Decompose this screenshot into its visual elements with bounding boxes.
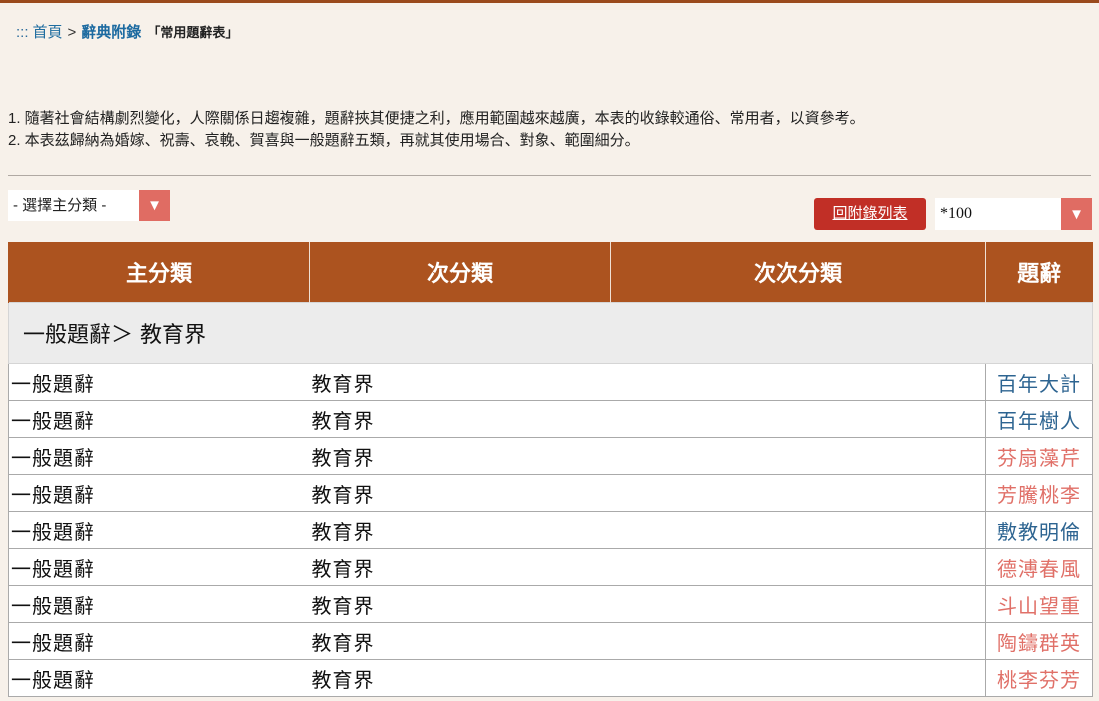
breadcrumb-separator: > [67, 24, 77, 41]
table-row: 一般題辭 教育界 芬扇藻芹 [8, 437, 1093, 475]
main-category-cell: 一般題辭 [8, 363, 310, 401]
breadcrumb-appendix-link[interactable]: 辭典附錄 [81, 21, 141, 42]
sub-category-cell: 教育界 [309, 622, 611, 660]
subsub-category-cell [610, 400, 986, 438]
section-divider [8, 175, 1091, 176]
sub-category-cell: 教育界 [309, 585, 611, 623]
table-row: 一般題辭 教育界 敷教明倫 [8, 511, 1093, 549]
main-category-cell: 一般題辭 [8, 585, 310, 623]
main-category-cell: 一般題辭 [8, 400, 310, 438]
tici-link[interactable]: 德溥春風 [997, 557, 1081, 581]
table-row: 一般題辭 教育界 百年大計 [8, 363, 1093, 401]
breadcrumb-current-page: 「常用題辭表」 [147, 26, 239, 41]
top-accent-bar [0, 0, 1099, 3]
page-size-select[interactable]: *100 ▼ [935, 198, 1092, 230]
table-row: 一般題辭 教育界 芳騰桃李 [8, 474, 1093, 512]
sub-category-cell: 教育界 [309, 548, 611, 586]
tici-cell: 德溥春風 [985, 548, 1093, 586]
back-to-appendix-list-button[interactable]: 回附錄列表 [814, 198, 926, 230]
main-category-cell: 一般題辭 [8, 437, 310, 475]
sub-category-cell: 教育界 [309, 437, 611, 475]
note-1: 1. 隨著社會結構劇烈變化，人際關係日趨複雜，題辭挾其便捷之利，應用範圍越來越廣… [8, 110, 865, 127]
tici-cell: 斗山望重 [985, 585, 1093, 623]
subsub-category-cell [610, 622, 986, 660]
triangle-down-icon[interactable]: ▼ [139, 190, 170, 221]
intro-notes: 1. 隨著社會結構劇烈變化，人際關係日趨複雜，題辭挾其便捷之利，應用範圍越來越廣… [8, 108, 865, 152]
sub-category-cell: 教育界 [309, 511, 611, 549]
tici-link[interactable]: 百年樹人 [997, 409, 1081, 433]
tici-table: 主分類 次分類 次次分類 題辭 一般題辭＞ 教育界 一般題辭 教育界 百年大計 一般題… [8, 242, 1093, 697]
tici-link[interactable]: 百年大計 [997, 372, 1081, 396]
subsub-category-cell [610, 585, 986, 623]
subsub-category-cell [610, 363, 986, 401]
tici-link[interactable]: 陶鑄群英 [997, 631, 1081, 655]
breadcrumb-home-link[interactable]: 首頁 [33, 21, 63, 42]
main-category-cell: 一般題辭 [8, 622, 310, 660]
table-row: 一般題辭 教育界 桃李芬芳 [8, 659, 1093, 697]
column-header-sub-category: 次分類 [309, 242, 611, 303]
breadcrumb-accesskey[interactable]: ::: [16, 24, 29, 41]
tici-cell: 陶鑄群英 [985, 622, 1093, 660]
subsub-category-cell [610, 474, 986, 512]
table-row: 一般題辭 教育界 德溥春風 [8, 548, 1093, 586]
tici-cell: 桃李芬芳 [985, 659, 1093, 697]
table-row: 一般題辭 教育界 陶鑄群英 [8, 622, 1093, 660]
subsub-category-cell [610, 511, 986, 549]
group-label: 一般題辭＞ 教育界 [8, 302, 1093, 364]
tici-link[interactable]: 斗山望重 [997, 594, 1081, 618]
breadcrumb: ::: 首頁 > 辭典附錄 「常用題辭表」 [16, 21, 238, 42]
tici-link[interactable]: 桃李芬芳 [997, 668, 1081, 692]
tici-cell: 芳騰桃李 [985, 474, 1093, 512]
tici-cell: 敷教明倫 [985, 511, 1093, 549]
tici-cell: 芬扇藻芹 [985, 437, 1093, 475]
main-category-cell: 一般題辭 [8, 548, 310, 586]
tici-cell: 百年樹人 [985, 400, 1093, 438]
triangle-down-icon[interactable]: ▼ [1061, 198, 1092, 230]
sub-category-cell: 教育界 [309, 363, 611, 401]
sub-category-cell: 教育界 [309, 659, 611, 697]
tici-link[interactable]: 芳騰桃李 [997, 483, 1081, 507]
subsub-category-cell [610, 548, 986, 586]
main-category-select-value: - 選擇主分類 - [13, 197, 107, 214]
column-header-tici: 題辭 [985, 242, 1093, 303]
tici-cell: 百年大計 [985, 363, 1093, 401]
main-category-cell: 一般題辭 [8, 659, 310, 697]
column-header-main-category: 主分類 [8, 242, 310, 303]
column-header-subsub-category: 次次分類 [610, 242, 986, 303]
subsub-category-cell [610, 437, 986, 475]
sub-category-cell: 教育界 [309, 474, 611, 512]
table-header-row: 主分類 次分類 次次分類 題辭 [8, 242, 1093, 303]
note-2: 2. 本表茲歸納為婚嫁、祝壽、哀輓、賀喜與一般題辭五類，再就其使用場合、對象、範… [8, 132, 640, 149]
page-size-select-value: *100 [940, 205, 972, 222]
tici-link[interactable]: 芬扇藻芹 [997, 446, 1081, 470]
tici-link[interactable]: 敷教明倫 [997, 520, 1081, 544]
main-category-select[interactable]: - 選擇主分類 - ▼ [8, 190, 170, 221]
main-category-cell: 一般題辭 [8, 474, 310, 512]
table-row: 一般題辭 教育界 百年樹人 [8, 400, 1093, 438]
main-category-cell: 一般題辭 [8, 511, 310, 549]
subsub-category-cell [610, 659, 986, 697]
group-header-row: 一般題辭＞ 教育界 [8, 302, 1093, 364]
table-row: 一般題辭 教育界 斗山望重 [8, 585, 1093, 623]
sub-category-cell: 教育界 [309, 400, 611, 438]
